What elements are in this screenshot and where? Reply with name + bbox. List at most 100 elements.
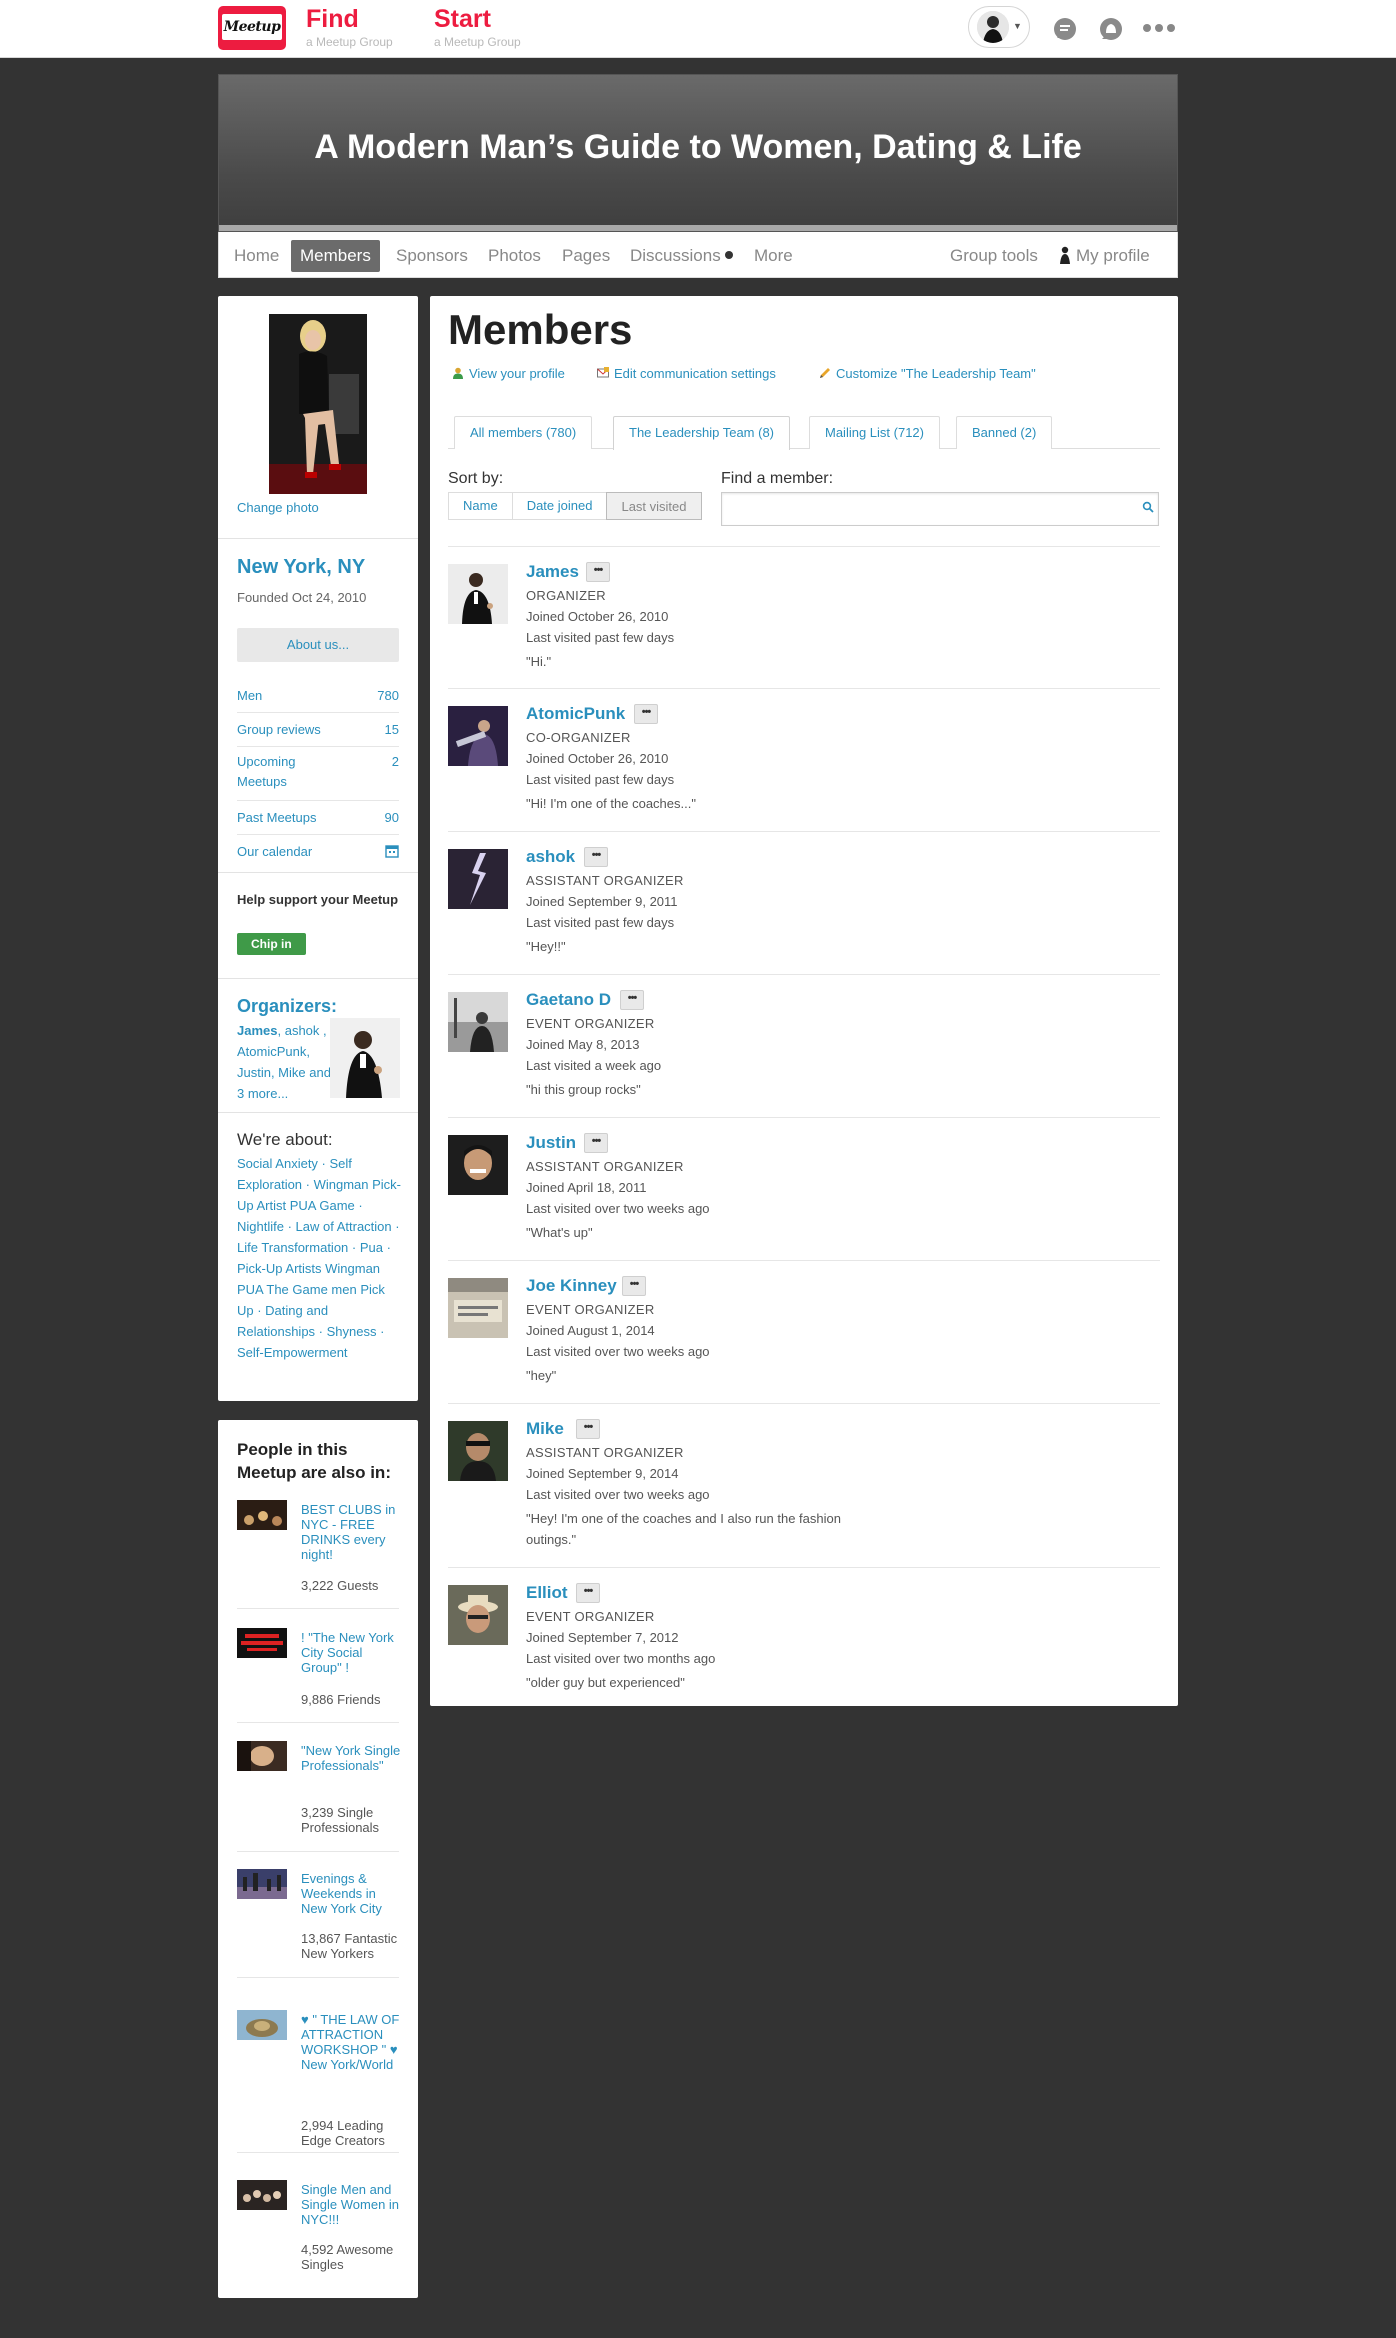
- group-tools-link[interactable]: Group tools: [941, 240, 1047, 272]
- related-group-item[interactable]: BEST CLUBS in NYC - FREE DRINKS every ni…: [237, 1500, 401, 1609]
- sort-by-date-joined[interactable]: Date joined: [512, 493, 608, 519]
- tab-pages[interactable]: Pages: [553, 240, 619, 272]
- group-thumbnail[interactable]: [237, 1500, 287, 1530]
- tab-mailing-list[interactable]: Mailing List (712): [809, 416, 940, 449]
- member-row: AtomicPunk ••• CO-ORGANIZER Joined Octob…: [448, 688, 1160, 832]
- view-profile-link[interactable]: View your profile: [452, 366, 565, 381]
- member-photo[interactable]: [448, 1135, 508, 1195]
- find-link[interactable]: Find a Meetup Group: [306, 4, 393, 49]
- sort-by-last-visited[interactable]: Last visited: [606, 492, 702, 520]
- search-icon[interactable]: [1142, 501, 1154, 516]
- change-photo-link[interactable]: Change photo: [237, 500, 319, 515]
- group-photo[interactable]: [269, 314, 367, 494]
- member-name[interactable]: Gaetano D: [526, 990, 611, 1010]
- tab-discussions[interactable]: Discussions: [621, 240, 742, 272]
- member-actions-button[interactable]: •••: [584, 1133, 608, 1153]
- stat-upcoming-meetups[interactable]: Upcoming Meetups 2: [237, 752, 399, 792]
- member-name[interactable]: Justin: [526, 1133, 576, 1153]
- related-group-item[interactable]: Single Men and Single Women in NYC!!! 4,…: [237, 2180, 399, 2280]
- member-role: ASSISTANT ORGANIZER: [526, 1159, 684, 1174]
- tab-members[interactable]: Members: [291, 240, 380, 272]
- member-photo[interactable]: [448, 706, 508, 766]
- member-actions-button[interactable]: •••: [576, 1419, 600, 1439]
- founded-date: Founded Oct 24, 2010: [237, 590, 367, 605]
- member-actions-button[interactable]: •••: [586, 562, 610, 582]
- meetup-logo[interactable]: Meetup: [218, 6, 286, 50]
- edit-communication-link[interactable]: Edit communication settings: [597, 366, 776, 381]
- member-name[interactable]: Elliot: [526, 1583, 568, 1603]
- related-group-item[interactable]: Evenings & Weekends in New York City 13,…: [237, 1869, 401, 1978]
- group-thumbnail[interactable]: [237, 2180, 287, 2210]
- organizers-list[interactable]: James, ashok , AtomicPunk, Justin, Mike …: [237, 1020, 332, 1104]
- member-intro: "Hey! I'm one of the coaches and I also …: [526, 1511, 841, 1547]
- tab-leadership-team[interactable]: The Leadership Team (8): [613, 416, 791, 450]
- related-group-link[interactable]: ! "The New York City Social Group" !: [301, 1630, 401, 1675]
- member-joined: Joined October 26, 2010: [526, 751, 669, 766]
- sort-by-name[interactable]: Name: [449, 493, 513, 519]
- member-photo[interactable]: [448, 564, 508, 624]
- member-photo[interactable]: [448, 1278, 508, 1338]
- tab-all-members[interactable]: All members (780): [454, 416, 593, 449]
- tab-banned[interactable]: Banned (2): [956, 416, 1053, 449]
- member-photo[interactable]: [448, 992, 508, 1052]
- related-group-link[interactable]: "New York Single Professionals": [301, 1743, 401, 1773]
- messages-icon[interactable]: [1052, 16, 1078, 42]
- group-title[interactable]: A Modern Man’s Guide to Women, Dating & …: [299, 127, 1097, 167]
- group-sidebar: Change photo New York, NY Founded Oct 24…: [218, 296, 418, 1401]
- our-calendar-link[interactable]: Our calendar: [237, 842, 399, 862]
- member-name[interactable]: Mike: [526, 1419, 564, 1439]
- stat-members[interactable]: Men 780: [237, 686, 399, 706]
- topic-tags[interactable]: Social Anxiety · Self Exploration · Wing…: [237, 1153, 401, 1363]
- members-card: Members View your profile Edit communica…: [430, 296, 1178, 1706]
- related-group-count: 3,222 Guests: [301, 1578, 379, 1593]
- member-intro: "hi this group rocks": [526, 1082, 641, 1097]
- find-member-input[interactable]: [721, 492, 1159, 526]
- related-group-item[interactable]: ♥ " THE LAW OF ATTRACTION WORKSHOP " ♥ N…: [237, 2010, 401, 2153]
- organizer-photo[interactable]: [330, 1018, 400, 1098]
- stat-past-meetups[interactable]: Past Meetups 90: [237, 808, 399, 828]
- member-name[interactable]: ashok: [526, 847, 575, 867]
- start-label: Start: [434, 5, 491, 33]
- related-group-link[interactable]: BEST CLUBS in NYC - FREE DRINKS every ni…: [301, 1502, 401, 1562]
- tab-photos[interactable]: Photos: [479, 240, 550, 272]
- tab-sponsors[interactable]: Sponsors: [387, 240, 477, 272]
- tab-home[interactable]: Home: [225, 240, 288, 272]
- related-group-link[interactable]: Single Men and Single Women in NYC!!!: [301, 2182, 401, 2227]
- chip-in-button[interactable]: Chip in: [237, 933, 306, 955]
- organizer-lead[interactable]: James: [237, 1023, 277, 1038]
- member-actions-button[interactable]: •••: [620, 990, 644, 1010]
- divider: [218, 1112, 418, 1113]
- tab-discussions-label: Discussions: [630, 246, 721, 265]
- related-group-link[interactable]: Evenings & Weekends in New York City: [301, 1871, 401, 1916]
- group-thumbnail[interactable]: [237, 1869, 287, 1899]
- member-name[interactable]: AtomicPunk: [526, 704, 625, 724]
- customize-list-link[interactable]: Customize "The Leadership Team": [819, 366, 1036, 381]
- stat-group-reviews[interactable]: Group reviews 15: [237, 720, 399, 740]
- member-intro: "Hey!!": [526, 939, 566, 954]
- member-actions-button[interactable]: •••: [584, 847, 608, 867]
- related-group-item[interactable]: ! "The New York City Social Group" ! 9,8…: [237, 1628, 399, 1728]
- member-actions-button[interactable]: •••: [576, 1583, 600, 1603]
- tab-more[interactable]: More: [745, 240, 802, 272]
- group-city[interactable]: New York, NY: [237, 556, 365, 579]
- profile-menu-button[interactable]: ▼: [968, 6, 1030, 48]
- member-photo[interactable]: [448, 849, 508, 909]
- find-member-label: Find a member:: [721, 470, 834, 487]
- start-link[interactable]: Start a Meetup Group: [434, 4, 521, 49]
- related-group-link[interactable]: ♥ " THE LAW OF ATTRACTION WORKSHOP " ♥ N…: [301, 2012, 401, 2072]
- member-actions-button[interactable]: •••: [622, 1276, 646, 1296]
- notifications-icon[interactable]: [1098, 16, 1124, 42]
- member-photo[interactable]: [448, 1585, 508, 1645]
- divider: [237, 834, 399, 835]
- about-us-button[interactable]: About us...: [237, 628, 399, 662]
- member-actions-button[interactable]: •••: [634, 704, 658, 724]
- group-thumbnail[interactable]: [237, 1741, 287, 1771]
- more-options-icon[interactable]: [1143, 24, 1175, 32]
- member-photo[interactable]: [448, 1421, 508, 1481]
- my-profile-link[interactable]: My profile: [1049, 240, 1159, 272]
- member-name[interactable]: James: [526, 562, 579, 582]
- member-name[interactable]: Joe Kinney: [526, 1276, 617, 1296]
- group-thumbnail[interactable]: [237, 2010, 287, 2040]
- related-group-item[interactable]: "New York Single Professionals" 3,239 Si…: [237, 1741, 401, 1852]
- group-thumbnail[interactable]: [237, 1628, 287, 1658]
